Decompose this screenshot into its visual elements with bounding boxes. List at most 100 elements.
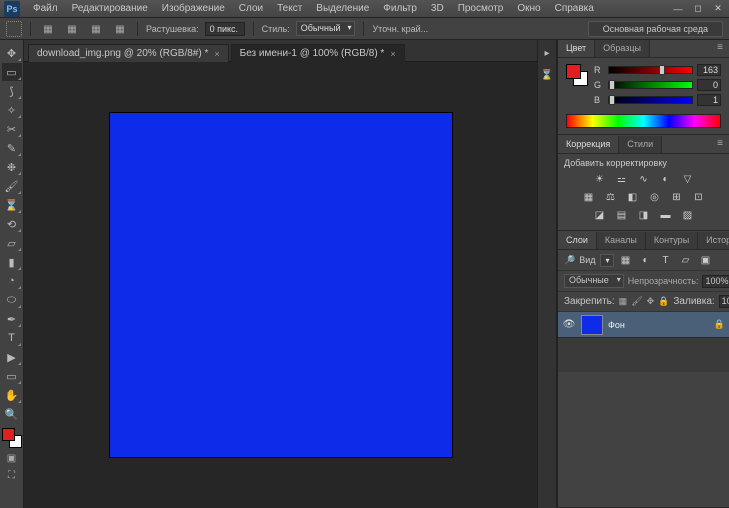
refine-edge-button[interactable]: Уточн. край...: [372, 24, 428, 34]
g-value[interactable]: 0: [697, 79, 721, 91]
lock-pixels-icon[interactable]: 🖌: [631, 296, 642, 307]
vibrance-icon[interactable]: ▽: [680, 172, 696, 186]
screen-mode-toggle[interactable]: ⛶: [3, 468, 21, 482]
filter-shape-icon[interactable]: ▱: [678, 253, 694, 267]
menu-filter[interactable]: Фильтр: [376, 1, 424, 16]
panel-foreground[interactable]: [566, 64, 581, 79]
exposure-icon[interactable]: ◐: [658, 172, 674, 186]
history-brush-tool[interactable]: ⟲: [2, 215, 22, 233]
tab-close-icon[interactable]: ×: [390, 49, 395, 59]
panel-swatches[interactable]: [566, 64, 588, 86]
document-canvas[interactable]: [109, 112, 453, 458]
gradient-map-icon[interactable]: ▬: [658, 208, 674, 222]
posterize-icon[interactable]: ▤: [614, 208, 630, 222]
filter-type-select[interactable]: [600, 254, 614, 267]
photo-filter-icon[interactable]: ◎: [647, 190, 663, 204]
magic-wand-tool[interactable]: ✧: [2, 101, 22, 119]
pen-tool[interactable]: ✒: [2, 310, 22, 328]
close-button[interactable]: ✕: [711, 3, 725, 15]
r-value[interactable]: 163: [697, 64, 721, 76]
filter-smart-icon[interactable]: ▣: [698, 253, 714, 267]
lookup-icon[interactable]: ⊡: [691, 190, 707, 204]
healing-brush-tool[interactable]: ❉: [2, 158, 22, 176]
lasso-tool[interactable]: ⟆: [2, 82, 22, 100]
brightness-icon[interactable]: ☀: [592, 172, 608, 186]
tab-close-icon[interactable]: ×: [214, 49, 219, 59]
color-balance-icon[interactable]: ⚖: [603, 190, 619, 204]
tab-styles[interactable]: Стили: [619, 136, 662, 153]
crop-tool[interactable]: ✂: [2, 120, 22, 138]
lock-position-icon[interactable]: ✥: [647, 296, 655, 307]
lock-all-icon[interactable]: 🔒: [658, 296, 669, 307]
menu-window[interactable]: Окно: [510, 1, 547, 16]
feather-input[interactable]: 0 пикс.: [205, 22, 245, 36]
hand-tool[interactable]: ✋: [2, 386, 22, 404]
gradient-tool[interactable]: ▮: [2, 253, 22, 271]
panel-menu-icon[interactable]: ≡: [711, 40, 729, 57]
lock-transparency-icon[interactable]: ▦: [619, 296, 628, 307]
b-slider[interactable]: [608, 96, 693, 104]
bw-icon[interactable]: ◧: [625, 190, 641, 204]
g-slider[interactable]: [608, 81, 693, 89]
foreground-color[interactable]: [2, 428, 15, 441]
visibility-toggle-icon[interactable]: 👁: [562, 319, 576, 330]
tab-channels[interactable]: Каналы: [597, 232, 646, 249]
selection-add-icon[interactable]: ▦: [63, 23, 81, 37]
marquee-tool[interactable]: ▭: [2, 63, 22, 81]
document-tab[interactable]: Без имени-1 @ 100% (RGB/8) * ×: [231, 44, 405, 62]
menu-image[interactable]: Изображение: [155, 1, 232, 16]
document-tab[interactable]: download_img.png @ 20% (RGB/8#) * ×: [28, 44, 229, 62]
menu-layers[interactable]: Слои: [232, 1, 270, 16]
levels-icon[interactable]: ⚍: [614, 172, 630, 186]
dodge-tool[interactable]: ⬭: [2, 291, 22, 309]
tab-swatches[interactable]: Образцы: [595, 40, 650, 57]
opacity-input[interactable]: 100%: [702, 275, 729, 288]
r-slider[interactable]: [608, 66, 693, 74]
tab-history[interactable]: История: [698, 232, 729, 249]
menu-file[interactable]: Файл: [26, 1, 65, 16]
panel-menu-icon[interactable]: ≡: [711, 136, 729, 153]
quick-mask-toggle[interactable]: ▣: [3, 451, 21, 465]
filter-type-icon[interactable]: T: [658, 253, 674, 267]
tab-color[interactable]: Цвет: [558, 40, 595, 57]
style-select[interactable]: Обычный: [296, 21, 356, 36]
selection-new-icon[interactable]: ▦: [39, 23, 57, 37]
filter-pixel-icon[interactable]: ▦: [618, 253, 634, 267]
zoom-tool[interactable]: 🔍: [2, 405, 22, 423]
blur-tool[interactable]: ◔: [2, 272, 22, 290]
invert-icon[interactable]: ◪: [592, 208, 608, 222]
fill-input[interactable]: 100%: [719, 295, 729, 308]
hue-icon[interactable]: ▦: [581, 190, 597, 204]
history-panel-icon[interactable]: ⌛: [540, 68, 554, 82]
color-spectrum[interactable]: [566, 114, 721, 128]
path-selection-tool[interactable]: ▶: [2, 348, 22, 366]
minimize-button[interactable]: —: [671, 3, 685, 15]
threshold-icon[interactable]: ◨: [636, 208, 652, 222]
tab-adjustments[interactable]: Коррекция: [558, 136, 619, 153]
selective-color-icon[interactable]: ▨: [680, 208, 696, 222]
menu-help[interactable]: Справка: [548, 1, 601, 16]
clone-stamp-tool[interactable]: ⌛: [2, 196, 22, 214]
workspace-switcher[interactable]: Основная рабочая среда: [588, 21, 723, 37]
eraser-tool[interactable]: ▱: [2, 234, 22, 252]
layer-thumbnail[interactable]: [581, 315, 603, 335]
brush-tool[interactable]: 🖌: [2, 177, 22, 195]
move-tool[interactable]: ✥: [2, 44, 22, 62]
channel-mixer-icon[interactable]: ⊞: [669, 190, 685, 204]
menu-edit[interactable]: Редактирование: [65, 1, 155, 16]
menu-3d[interactable]: 3D: [424, 1, 451, 16]
color-swatches[interactable]: [2, 428, 22, 448]
menu-view[interactable]: Просмотр: [451, 1, 511, 16]
curves-icon[interactable]: ∿: [636, 172, 652, 186]
filter-adjust-icon[interactable]: ◐: [638, 253, 654, 267]
selection-intersect-icon[interactable]: ▦: [111, 23, 129, 37]
selection-subtract-icon[interactable]: ▦: [87, 23, 105, 37]
type-tool[interactable]: T: [2, 329, 22, 347]
tab-paths[interactable]: Контуры: [646, 232, 698, 249]
b-value[interactable]: 1: [697, 94, 721, 106]
maximize-button[interactable]: ◻: [691, 3, 705, 15]
shape-tool[interactable]: ▭: [2, 367, 22, 385]
tab-layers[interactable]: Слои: [558, 232, 597, 249]
menu-select[interactable]: Выделение: [309, 1, 376, 16]
menu-text[interactable]: Текст: [270, 1, 309, 16]
